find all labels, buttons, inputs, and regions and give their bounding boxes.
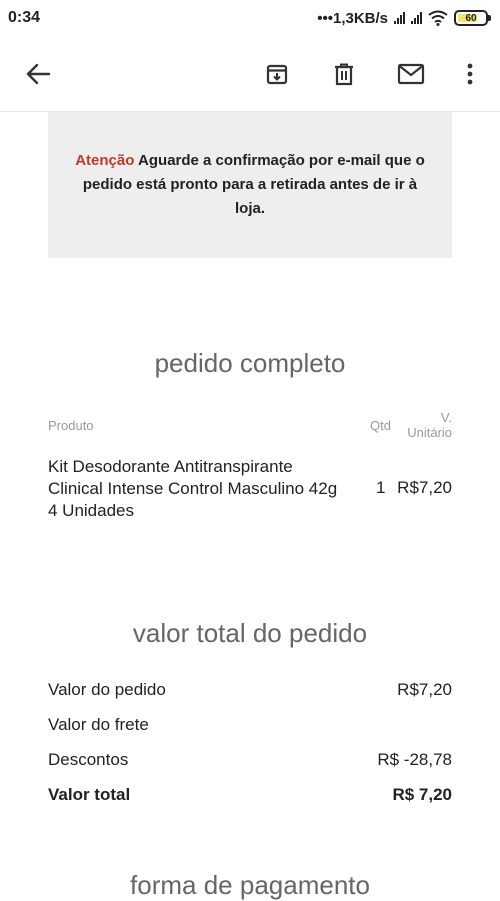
notice-message: Aguarde a confirmação por e-mail que o p… [82, 152, 425, 217]
wifi-icon [428, 10, 448, 26]
back-button[interactable] [20, 56, 56, 92]
header-unit-price-line2: Unitário [407, 425, 452, 440]
payment-title: forma de pagamento [130, 870, 370, 900]
battery-level: 60 [465, 12, 477, 24]
total-label: Valor do pedido [48, 680, 166, 699]
delete-button[interactable] [326, 56, 362, 92]
attention-notice: Atenção Aguarde a confirmação por e-mail… [48, 112, 452, 258]
trash-icon [335, 63, 353, 86]
total-value: R$7,20 [397, 680, 452, 699]
battery-icon: 60 [454, 10, 491, 26]
header-unit-price-line1: V. [440, 410, 452, 425]
total-row-shipping: Valor do frete [48, 715, 452, 735]
more-vert-icon [467, 63, 473, 85]
total-label: Valor total [48, 785, 131, 804]
archive-button[interactable] [259, 56, 295, 92]
total-row-discounts: Descontos R$ -28,78 [48, 750, 452, 770]
mail-button[interactable] [393, 56, 429, 92]
header-qty: Qtd [370, 418, 391, 433]
total-label: Valor do frete [48, 715, 149, 734]
total-row-order-value: Valor do pedido R$7,20 [48, 680, 452, 700]
status-indicators: •••1,3KB/s 60 [317, 9, 491, 27]
archive-icon [266, 64, 288, 85]
total-value: R$ 7,20 [392, 785, 452, 804]
total-value: R$ -28,78 [377, 750, 452, 769]
total-row-grand-total: Valor total R$ 7,20 [48, 785, 452, 805]
status-time: 0:34 [8, 9, 41, 26]
back-arrow-icon [26, 63, 51, 85]
signal-icon [411, 12, 422, 24]
signal-icon [394, 12, 405, 24]
product-unit-price: R$7,20 [397, 478, 452, 497]
product-qty: 1 [376, 478, 386, 497]
header-product: Produto [48, 418, 94, 433]
network-speed: •••1,3KB/s [317, 9, 388, 27]
notice-text: Atenção Aguarde a confirmação por e-mail… [72, 149, 428, 221]
attention-label: Atenção [75, 152, 135, 169]
header-unit-price: V. Unitário [398, 410, 452, 440]
more-options-button[interactable] [452, 56, 488, 92]
order-title: pedido completo [154, 348, 346, 378]
total-label: Descontos [48, 750, 129, 769]
mail-icon [397, 63, 425, 85]
product-name: Kit Desodorante Antitranspirante Clinica… [48, 457, 338, 520]
app-bar [0, 36, 500, 112]
status-bar: 0:34 •••1,3KB/s 60 [0, 0, 500, 36]
totals-title: valor total do pedido [132, 618, 368, 648]
